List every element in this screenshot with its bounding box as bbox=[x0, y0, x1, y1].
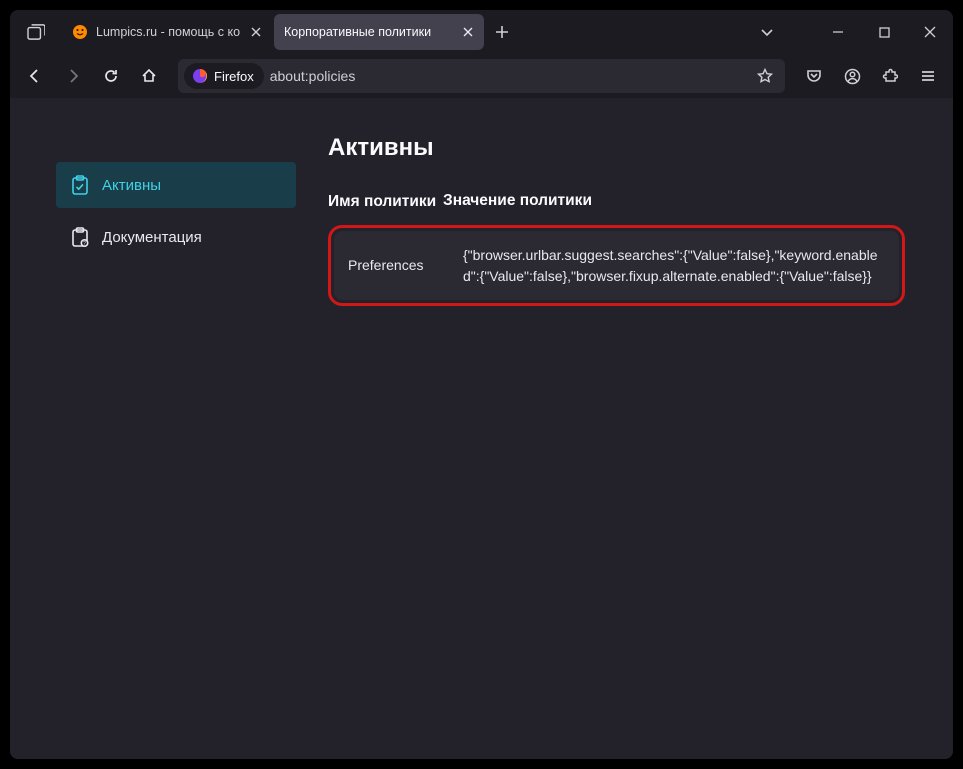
policies-main: Активны Имя политики Значение политики P… bbox=[328, 98, 953, 759]
account-button[interactable] bbox=[835, 60, 869, 92]
policy-name: Preferences bbox=[348, 257, 463, 275]
bookmark-star-button[interactable] bbox=[751, 68, 779, 84]
identity-label: Firefox bbox=[214, 69, 254, 84]
extensions-button[interactable] bbox=[873, 60, 907, 92]
page-title: Активны bbox=[328, 134, 905, 162]
column-header-name: Имя политики bbox=[328, 192, 443, 211]
minimize-button[interactable] bbox=[815, 10, 861, 54]
back-button[interactable] bbox=[18, 60, 52, 92]
svg-text:?: ? bbox=[83, 241, 86, 247]
forward-button[interactable] bbox=[56, 60, 90, 92]
home-button[interactable] bbox=[132, 60, 166, 92]
table-row: Preferences {"browser.urlbar.suggest.sea… bbox=[334, 231, 899, 300]
tab-policies[interactable]: Корпоративные политики bbox=[274, 14, 484, 50]
maximize-button[interactable] bbox=[861, 10, 907, 54]
new-tab-button[interactable] bbox=[486, 16, 518, 48]
url-text: about:policies bbox=[270, 68, 745, 84]
sidebar-item-label: Документация bbox=[102, 229, 202, 246]
browser-window: Lumpics.ru - помощь с компьютером Корпор… bbox=[10, 10, 953, 759]
sidebar-item-label: Активны bbox=[102, 177, 161, 194]
content-area: Активны ? Документация Активны Имя полит… bbox=[10, 98, 953, 759]
highlighted-row-annotation: Preferences {"browser.urlbar.suggest.sea… bbox=[328, 225, 905, 306]
recent-browsing-button[interactable] bbox=[18, 16, 54, 48]
window-controls bbox=[815, 10, 953, 54]
all-tabs-button[interactable] bbox=[749, 14, 785, 50]
tab-lumpics[interactable]: Lumpics.ru - помощь с компьютером bbox=[62, 14, 272, 50]
tab-label: Lumpics.ru - помощь с компьютером bbox=[96, 25, 240, 39]
policy-value: {"browser.urlbar.suggest.searches":{"Val… bbox=[463, 245, 885, 286]
nav-toolbar: Firefox about:policies bbox=[10, 54, 953, 98]
identity-pill[interactable]: Firefox bbox=[184, 63, 264, 89]
clipboard-question-icon: ? bbox=[70, 227, 90, 247]
policies-sidebar: Активны ? Документация bbox=[10, 98, 328, 759]
column-header-value: Значение политики bbox=[443, 192, 905, 211]
sidebar-item-docs[interactable]: ? Документация bbox=[56, 214, 296, 260]
url-bar[interactable]: Firefox about:policies bbox=[178, 59, 785, 93]
app-menu-button[interactable] bbox=[911, 60, 945, 92]
lumpics-favicon-icon bbox=[72, 24, 88, 40]
reload-button[interactable] bbox=[94, 60, 128, 92]
pocket-button[interactable] bbox=[797, 60, 831, 92]
policies-table: Имя политики Значение политики Preferenc… bbox=[328, 184, 905, 306]
tab-label: Корпоративные политики bbox=[284, 25, 452, 39]
close-icon[interactable] bbox=[248, 24, 264, 40]
sidebar-item-active[interactable]: Активны bbox=[56, 162, 296, 208]
close-window-button[interactable] bbox=[907, 10, 953, 54]
firefox-logo-icon bbox=[192, 68, 208, 84]
titlebar: Lumpics.ru - помощь с компьютером Корпор… bbox=[10, 10, 953, 54]
table-header: Имя политики Значение политики bbox=[328, 184, 905, 225]
clipboard-check-icon bbox=[70, 175, 90, 195]
close-icon[interactable] bbox=[460, 24, 476, 40]
